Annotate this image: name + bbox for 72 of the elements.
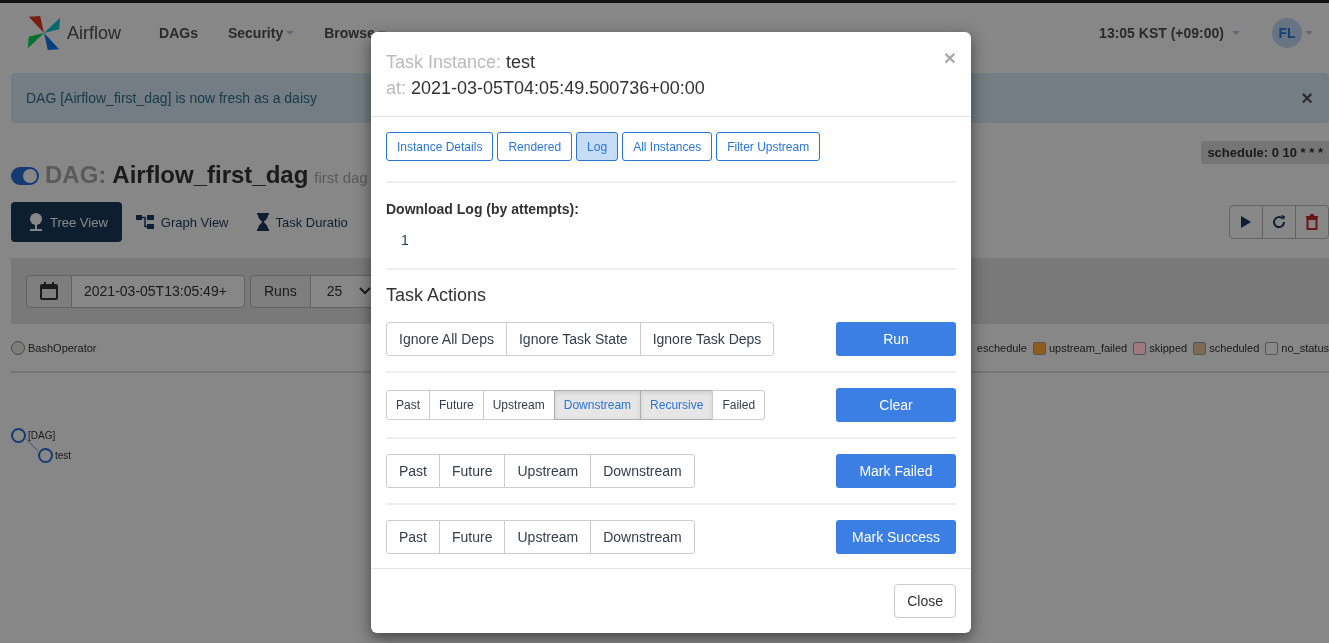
nav-link[interactable]: DAGs (159, 25, 198, 41)
tree-icon (29, 213, 43, 231)
view-tab[interactable]: Graph View (135, 202, 243, 242)
option-toggle[interactable]: Upstream (482, 390, 555, 420)
dialog-tab[interactable]: Instance Details (386, 132, 494, 161)
option-toggle[interactable]: Past (386, 520, 440, 554)
caret-icon (1305, 31, 1313, 35)
option-toggle[interactable]: Downstream (590, 520, 695, 554)
view-tab[interactable]: Task Duratio (256, 202, 362, 242)
tree-node-label: [DAG] (28, 429, 56, 441)
hourglass-icon (256, 213, 269, 231)
status-label: upstream_failed (1048, 342, 1128, 354)
tree-node-label: test (55, 449, 72, 461)
option-toggle[interactable]: Future (439, 454, 506, 488)
log-heading: Download Log (by attempts): (386, 201, 580, 217)
option-toggle[interactable]: Future (429, 390, 484, 420)
option-toggle[interactable]: Upstream (504, 520, 592, 554)
operator-dot (11, 341, 25, 355)
dialog-tab[interactable]: Rendered (497, 132, 573, 161)
option-toggle[interactable]: Past (386, 390, 430, 420)
schedule-badge: schedule: 0 10 * * * (1201, 141, 1329, 164)
action-button[interactable]: Clear (836, 388, 956, 422)
tree-node-circle[interactable] (11, 427, 26, 443)
option-toggle[interactable]: Ignore All Deps (386, 322, 507, 356)
tree-link-line (26, 439, 38, 451)
option-toggle[interactable]: Upstream (504, 454, 592, 488)
action-button[interactable]: Run (836, 322, 956, 356)
dag-toggle[interactable] (11, 167, 39, 185)
runs-label: Runs (250, 274, 311, 308)
close-icon[interactable]: × (1301, 86, 1313, 110)
trash-icon (1306, 214, 1318, 230)
operator-label: BashOperator (28, 342, 97, 354)
option-toggle[interactable]: Failed (712, 390, 766, 420)
attempt-link[interactable]: 1 (401, 232, 409, 248)
option-toggle[interactable]: Ignore Task State (505, 322, 641, 356)
tree-node-circle[interactable] (38, 447, 53, 463)
option-toggle[interactable]: Recursive (640, 390, 714, 420)
status-label: scheduled (1209, 342, 1260, 354)
status-label: no_status (1281, 342, 1329, 354)
caret-icon (1232, 31, 1240, 35)
date-label: at: (386, 78, 406, 98)
calendar-icon (40, 282, 58, 300)
action-button[interactable]: Mark Success (836, 520, 956, 554)
status-label: eschedule (976, 342, 1027, 354)
action-button[interactable]: Mark Failed (836, 454, 956, 488)
dialog-title-label: Task Instance: (386, 52, 502, 72)
calendar-button[interactable] (26, 274, 72, 308)
graph-icon (135, 214, 154, 230)
view-tab[interactable]: Tree View (11, 202, 122, 242)
option-toggle[interactable]: Future (439, 520, 506, 554)
option-toggle[interactable]: Past (386, 454, 440, 488)
timezone-menu[interactable]: 13:05 KST (+09:00) (1099, 25, 1240, 41)
date-field[interactable]: 2021-03-05T13:05:49+ (72, 274, 245, 308)
dialog-tab[interactable]: All Instances (622, 132, 713, 161)
dialog-tab[interactable]: Log (576, 132, 619, 161)
execution-date: 2021-03-05T04:05:49.500736+00:00 (411, 78, 705, 98)
dialog-tab[interactable]: Filter Upstream (716, 132, 821, 161)
option-toggle[interactable]: Downstream (553, 390, 642, 420)
option-toggle[interactable]: Ignore Task Deps (639, 322, 775, 356)
task-name: test (506, 52, 536, 72)
refresh-icon (1272, 215, 1286, 229)
play-icon (1241, 216, 1251, 228)
status-label: skipped (1149, 342, 1188, 354)
nav-link[interactable]: Security (227, 25, 295, 41)
option-toggle[interactable]: Downstream (590, 454, 695, 488)
brand-name[interactable]: Airflow (67, 22, 121, 44)
close-button[interactable]: Close (894, 584, 956, 618)
dag-name: Airflow_first_dag (112, 161, 309, 189)
alert-message: DAG [Airflow_first_dag] is now fresh as a daisy (26, 90, 318, 106)
chevron-icon (358, 287, 371, 295)
pinwheel-logo-icon[interactable] (25, 14, 63, 52)
task-actions-heading: Task Actions (386, 285, 488, 306)
